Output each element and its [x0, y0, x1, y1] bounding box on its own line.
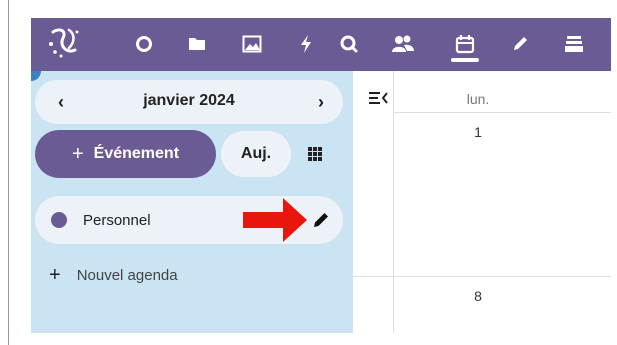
- grid-view-icon[interactable]: [304, 143, 326, 165]
- calendar-item-personnel[interactable]: Personnel: [35, 196, 343, 244]
- calendar-name: Personnel: [83, 212, 151, 229]
- circle-icon[interactable]: [132, 32, 156, 56]
- new-calendar-button[interactable]: + Nouvel agenda: [49, 263, 178, 287]
- image-icon[interactable]: [240, 32, 264, 56]
- plus-icon: +: [49, 263, 61, 286]
- month-navigator: ‹ janvier 2024 ›: [35, 80, 343, 124]
- date-cell-1[interactable]: 1: [393, 124, 563, 140]
- date-cell-8[interactable]: 8: [393, 288, 563, 304]
- edit-pencil-icon[interactable]: [311, 210, 331, 230]
- next-month-button[interactable]: ›: [309, 90, 333, 114]
- plus-icon: +: [71, 142, 84, 165]
- lightning-icon[interactable]: [294, 32, 318, 56]
- toggle-sidebar-icon[interactable]: [368, 89, 390, 107]
- new-calendar-label: Nouvel agenda: [76, 266, 178, 284]
- contacts-icon[interactable]: [391, 32, 415, 56]
- month-label: janvier 2024: [143, 92, 235, 109]
- red-arrow-annotation-icon: [243, 198, 307, 242]
- search-icon[interactable]: [337, 32, 361, 56]
- calendar-main-view: lun. 1 8: [353, 71, 611, 333]
- calendar-icon[interactable]: [451, 32, 479, 62]
- calendar-sidebar: ‹ janvier 2024 › + Événement Auj. Person…: [31, 71, 353, 333]
- new-event-label: Événement: [93, 145, 180, 162]
- sidebar-corner-accent: [31, 71, 41, 81]
- day-header-monday: lun.: [466, 91, 490, 107]
- new-event-button[interactable]: + Événement: [35, 130, 216, 178]
- archive-icon[interactable]: [562, 32, 586, 56]
- top-navigation-bar: [31, 18, 611, 71]
- active-indicator: [451, 58, 479, 62]
- calendar-color-dot: [51, 212, 67, 228]
- pencil-icon[interactable]: [508, 32, 532, 56]
- folder-icon[interactable]: [185, 32, 209, 56]
- today-button[interactable]: Auj.: [221, 131, 291, 177]
- header-divider: [393, 112, 611, 113]
- window-edge: [8, 0, 9, 345]
- logo-icon[interactable]: [45, 24, 85, 62]
- week-divider: [353, 276, 611, 277]
